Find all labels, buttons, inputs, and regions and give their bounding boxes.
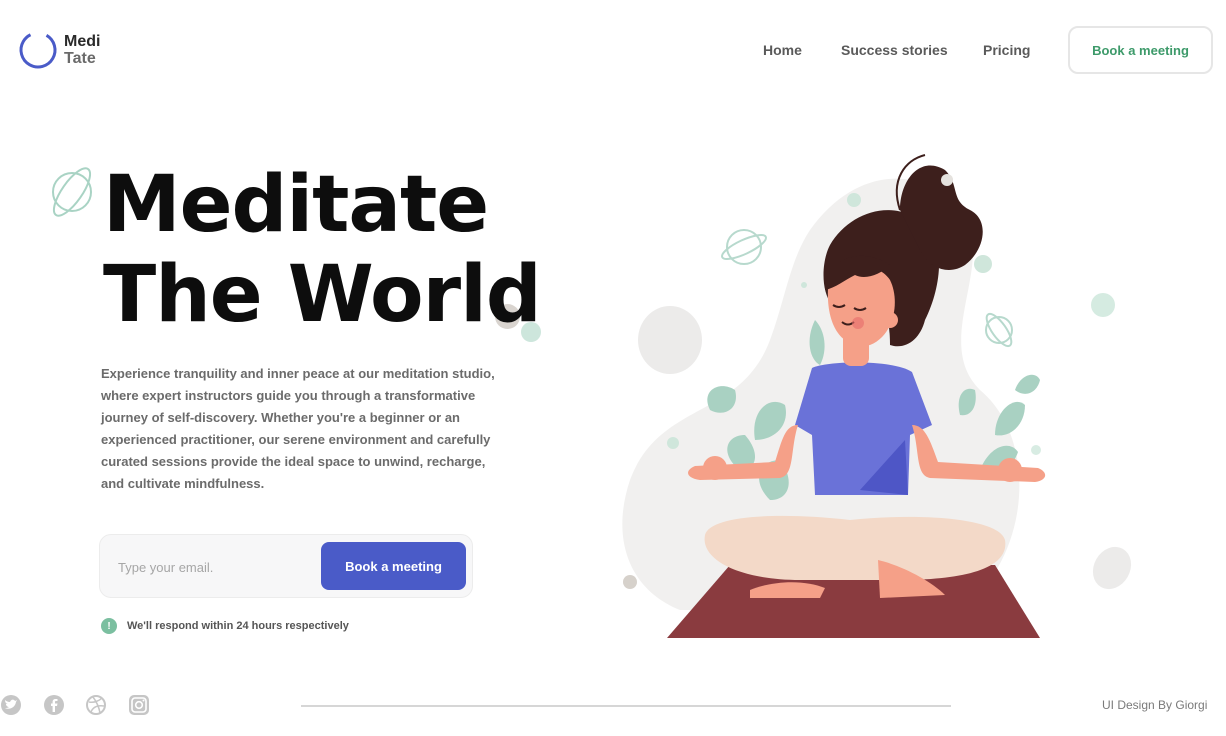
hair-clip — [941, 174, 953, 186]
background-blob — [1092, 546, 1132, 590]
background-blob — [638, 306, 702, 374]
response-note-text: We'll respond within 24 hours respective… — [127, 620, 349, 632]
email-input[interactable] — [118, 555, 308, 579]
left-hand — [703, 456, 727, 480]
right-hand — [998, 458, 1022, 482]
planet-icon — [721, 229, 767, 265]
footer-divider — [301, 705, 951, 707]
twitter-icon[interactable] — [0, 694, 22, 716]
instagram-icon[interactable] — [128, 694, 150, 716]
hero-title-line1: Meditate — [103, 160, 489, 250]
info-icon: ! — [101, 618, 117, 634]
nav-pricing[interactable]: Pricing — [983, 42, 1030, 58]
decor-dot — [801, 282, 807, 288]
response-note: ! We'll respond within 24 hours respecti… — [101, 618, 349, 634]
hero-title: Meditate The World — [103, 160, 542, 340]
nav-success-stories[interactable]: Success stories — [841, 42, 948, 58]
crossed-legs — [704, 515, 1006, 580]
email-signup-form: Book a meeting — [99, 534, 473, 598]
nav-home[interactable]: Home — [763, 42, 802, 58]
decor-dot — [847, 193, 861, 207]
brand-name: Medi Tate — [64, 33, 100, 67]
hero-description: Experience tranquility and inner peace a… — [101, 366, 495, 491]
dribbble-icon[interactable] — [85, 694, 107, 716]
design-credit: UI Design By Giorgi — [1102, 698, 1208, 712]
planet-icon — [52, 167, 92, 217]
decor-dot — [1031, 445, 1041, 455]
hero-title-line2: The World — [103, 250, 542, 340]
book-meeting-button[interactable]: Book a meeting — [321, 542, 466, 590]
header-book-meeting-button[interactable]: Book a meeting — [1068, 26, 1213, 74]
brand-logo[interactable]: Medi Tate — [18, 30, 100, 70]
decor-dot — [974, 255, 992, 273]
facebook-icon[interactable] — [43, 694, 65, 716]
brand-line2: Tate — [64, 50, 96, 67]
logo-ring-icon — [19, 31, 57, 69]
brand-line1: Medi — [64, 33, 101, 50]
decor-dot — [623, 575, 637, 589]
meditation-illustration — [622, 154, 1132, 638]
decor-dot — [1091, 293, 1115, 317]
planet-icon — [985, 312, 1013, 348]
decor-dot — [667, 437, 679, 449]
ear — [882, 312, 898, 328]
cheek-blush — [852, 317, 864, 329]
